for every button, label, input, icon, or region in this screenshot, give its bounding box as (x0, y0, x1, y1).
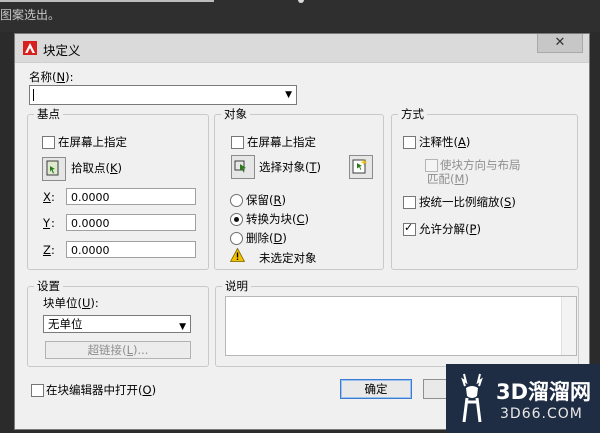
description-legend: 说明 (225, 279, 248, 293)
x-coordinate-input[interactable]: 0.0000 (66, 188, 196, 205)
app-background: 图案选出。 (0, 0, 600, 32)
close-icon: ✕ (554, 35, 566, 50)
description-scrollbar[interactable] (561, 297, 576, 355)
behavior-legend: 方式 (401, 107, 424, 121)
select-objects-button[interactable] (231, 155, 255, 179)
base-specify-on-screen-checkbox[interactable] (42, 136, 55, 149)
chevron-down-icon[interactable]: ▼ (179, 319, 186, 335)
annotative-checkbox[interactable] (403, 136, 416, 149)
block-unit-label: 块单位(U): (43, 296, 99, 310)
chevron-down-icon[interactable]: ▼ (285, 90, 292, 100)
convert-to-block-label: 转换为块(C) (246, 212, 310, 226)
pick-point-button[interactable] (42, 157, 66, 181)
deer-logo-icon (461, 373, 483, 423)
z-coordinate-input[interactable]: 0.0000 (66, 241, 196, 258)
quick-select-icon (352, 159, 368, 174)
autocad-logo-icon (23, 41, 37, 55)
command-hint: 图案选出。 (0, 8, 61, 22)
objects-status-text: 未选定对象 (259, 251, 317, 265)
settings-legend: 设置 (37, 279, 60, 293)
retain-label: 保留(R) (246, 193, 286, 207)
behavior-group: 方式 (391, 106, 578, 270)
warning-icon (230, 248, 245, 262)
description-textarea[interactable] (225, 296, 577, 356)
open-in-editor-checkbox[interactable] (31, 384, 44, 397)
name-combobox[interactable]: ▼ (29, 85, 297, 105)
z-label: Z (43, 243, 51, 257)
open-in-editor-label: 在块编辑器中打开(O) (46, 383, 157, 397)
base-point-legend: 基点 (37, 107, 60, 121)
objects-specify-on-screen-checkbox[interactable] (231, 136, 244, 149)
pick-point-label: 拾取点(K) (71, 161, 123, 175)
match-orientation-label-line2: 匹配(M) (427, 172, 469, 186)
text-caret (33, 89, 34, 101)
retain-radio[interactable] (230, 194, 243, 207)
delete-radio[interactable] (230, 232, 243, 245)
y-label: Y (43, 216, 51, 230)
annotative-label: 注释性(A) (419, 135, 471, 149)
objects-legend: 对象 (224, 107, 247, 121)
ok-button[interactable]: 确定 (340, 379, 412, 399)
scale-uniformly-label: 按统一比例缩放(S) (419, 195, 516, 209)
name-label: 名称(N): (29, 70, 74, 84)
allow-exploding-label: 允许分解(P) (419, 222, 481, 236)
objects-group: 对象 (214, 106, 384, 270)
scale-uniformly-checkbox[interactable] (403, 196, 416, 209)
convert-to-block-radio[interactable] (230, 213, 243, 226)
base-specify-on-screen-label: 在屏幕上指定 (58, 135, 127, 149)
title-bar[interactable]: 块定义 ✕ (15, 34, 589, 63)
resize-handle[interactable] (298, 0, 304, 3)
watermark-title: 3D溜溜网 (496, 380, 592, 404)
allow-exploding-checkbox[interactable] (403, 221, 416, 236)
objects-specify-on-screen-label: 在屏幕上指定 (247, 135, 316, 149)
delete-label: 删除(D) (246, 231, 287, 245)
select-objects-icon (234, 160, 246, 173)
dialog-title: 块定义 (43, 43, 81, 58)
watermark-url: 3D66.COM (500, 406, 583, 422)
block-unit-value: 无单位 (48, 317, 83, 331)
y-coordinate-input[interactable]: 0.0000 (66, 214, 196, 231)
site-watermark: 3D溜溜网 3D66.COM (446, 364, 600, 433)
x-label: X (43, 190, 51, 204)
select-objects-label: 选择对象(T) (259, 160, 322, 174)
block-unit-select[interactable]: 无单位 ▼ (43, 315, 191, 333)
command-line-strip (0, 0, 214, 2)
hyperlink-button[interactable]: 超链接(L)... (45, 341, 191, 359)
pick-point-icon (46, 160, 59, 176)
quick-select-button[interactable] (349, 155, 373, 179)
close-button[interactable]: ✕ (537, 34, 583, 53)
